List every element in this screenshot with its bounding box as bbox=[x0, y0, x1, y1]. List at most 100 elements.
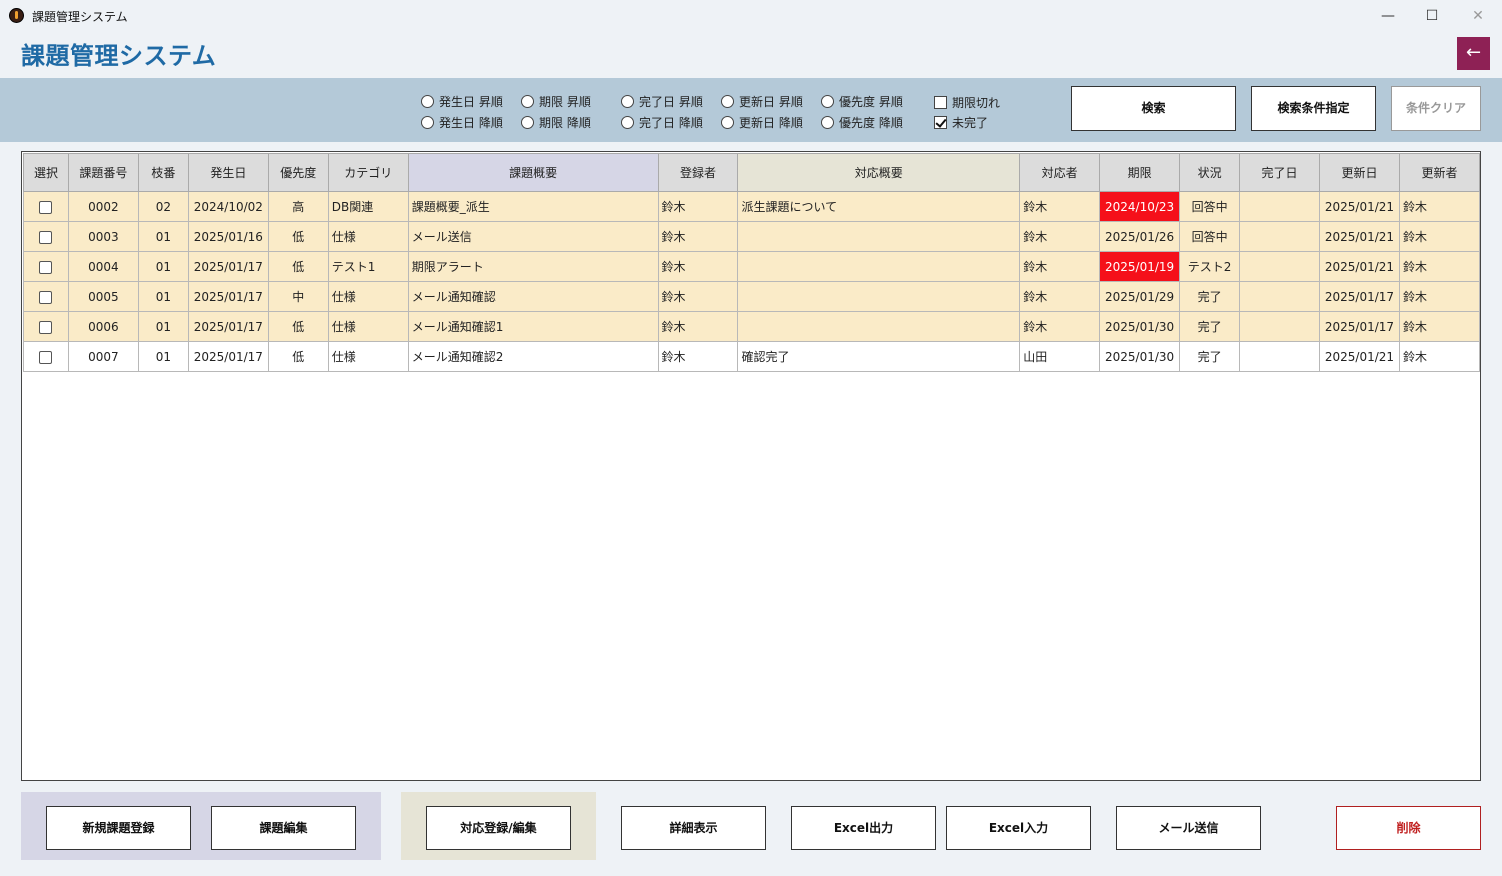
row-select-checkbox[interactable] bbox=[39, 230, 53, 244]
sort-option-asc[interactable]: 更新日 昇順 bbox=[721, 93, 803, 110]
select-cell[interactable] bbox=[23, 341, 69, 372]
radio-button[interactable] bbox=[621, 116, 634, 129]
table-row[interactable]: 0006 01 2025/01/17 低仕様 メール通知確認1 鈴木 鈴木 2025/01/3… bbox=[23, 311, 1480, 342]
issue-table: 選択 課題番号 枝番 発生日 優先度 カテゴリ 課題概要 登録者 対応概要 対応者 期限 状況 完了日更… bbox=[23, 153, 1480, 372]
sort-option-desc[interactable]: 優先度 降順 bbox=[821, 114, 903, 131]
cell-no: 0006 bbox=[67, 311, 139, 342]
radio-button[interactable] bbox=[521, 95, 534, 108]
radio-button[interactable] bbox=[621, 95, 634, 108]
column-header[interactable]: 課題番号 bbox=[67, 153, 139, 192]
issue-grid: 選択 課題番号 枝番 発生日 優先度 カテゴリ 課題概要 登録者 対応概要 対応者 期限 状況 完了日更… bbox=[21, 151, 1481, 781]
app-icon bbox=[9, 8, 24, 23]
column-header[interactable]: 登録者 bbox=[657, 153, 739, 192]
clear-conditions-button[interactable]: 条件クリア bbox=[1391, 86, 1481, 131]
table-row[interactable]: 0004 01 2025/01/17 低テスト1 期限アラート 鈴木 鈴木 2025/01/1… bbox=[23, 251, 1480, 282]
incomplete-checkbox[interactable] bbox=[934, 116, 947, 129]
column-header[interactable]: 更新日 bbox=[1318, 153, 1400, 192]
cell-date: 2025/01/17 bbox=[187, 251, 269, 282]
excel-import-button[interactable]: Excel入力 bbox=[946, 806, 1091, 850]
select-cell[interactable] bbox=[23, 191, 69, 222]
cell-updater: 鈴木 bbox=[1398, 221, 1480, 252]
sort-option-desc[interactable]: 完了日 降順 bbox=[621, 114, 703, 131]
column-header[interactable]: 優先度 bbox=[267, 153, 329, 192]
radio-button[interactable] bbox=[421, 116, 434, 129]
sort-option-label: 更新日 昇順 bbox=[739, 95, 803, 109]
incomplete-filter[interactable]: 未完了 bbox=[934, 114, 988, 131]
row-select-checkbox[interactable] bbox=[39, 260, 53, 274]
cell-due: 2025/01/29 bbox=[1099, 281, 1181, 312]
sort-option-asc[interactable]: 優先度 昇順 bbox=[821, 93, 903, 110]
cell-due: 2025/01/26 bbox=[1099, 221, 1181, 252]
cell-assignee: 山田 bbox=[1019, 341, 1101, 372]
close-button[interactable]: ✕ bbox=[1458, 4, 1498, 28]
select-cell[interactable] bbox=[23, 281, 69, 312]
radio-button[interactable] bbox=[821, 116, 834, 129]
delete-button[interactable]: 削除 bbox=[1336, 806, 1481, 850]
sort-option-desc[interactable]: 期限 降順 bbox=[521, 114, 591, 131]
radio-button[interactable] bbox=[721, 95, 734, 108]
row-select-checkbox[interactable] bbox=[39, 350, 53, 364]
cell-no: 0005 bbox=[67, 281, 139, 312]
table-row[interactable]: 0007 01 2025/01/17 低仕様 メール通知確認2 鈴木 確認完了 山田 2025/… bbox=[23, 341, 1480, 372]
table-header-row: 選択 課題番号 枝番 発生日 優先度 カテゴリ 課題概要 登録者 対応概要 対応者 期限 状況 完了日更… bbox=[23, 153, 1480, 192]
cell-status: 完了 bbox=[1179, 311, 1241, 342]
cell-due: 2025/01/19 bbox=[1099, 251, 1181, 282]
cell-branch: 01 bbox=[137, 341, 189, 372]
response-edit-button[interactable]: 対応登録/編集 bbox=[426, 806, 571, 850]
column-header[interactable]: 選択 bbox=[23, 153, 69, 192]
cell-date: 2025/01/17 bbox=[187, 341, 269, 372]
select-cell[interactable] bbox=[23, 251, 69, 282]
cell-category: 仕様 bbox=[327, 221, 409, 252]
cell-status: 完了 bbox=[1179, 281, 1241, 312]
overdue-checkbox[interactable] bbox=[934, 96, 947, 109]
sort-option-desc[interactable]: 更新日 降順 bbox=[721, 114, 803, 131]
column-header[interactable]: 発生日 bbox=[187, 153, 269, 192]
search-conditions-button[interactable]: 検索条件指定 bbox=[1251, 86, 1376, 131]
details-button[interactable]: 詳細表示 bbox=[621, 806, 766, 850]
cell-updater: 鈴木 bbox=[1398, 281, 1480, 312]
column-header[interactable]: 完了日 bbox=[1239, 153, 1320, 192]
sort-option-desc[interactable]: 発生日 降順 bbox=[421, 114, 503, 131]
column-header[interactable]: 更新者 bbox=[1398, 153, 1480, 192]
new-issue-button[interactable]: 新規課題登録 bbox=[46, 806, 191, 850]
cell-no: 0003 bbox=[67, 221, 139, 252]
cell-branch: 01 bbox=[137, 221, 189, 252]
sort-option-asc[interactable]: 発生日 昇順 bbox=[421, 93, 503, 110]
column-header[interactable]: 対応概要 bbox=[737, 153, 1021, 192]
column-header[interactable]: 対応者 bbox=[1019, 153, 1101, 192]
radio-button[interactable] bbox=[721, 116, 734, 129]
back-button[interactable]: ← bbox=[1457, 37, 1490, 70]
row-select-checkbox[interactable] bbox=[39, 200, 53, 214]
table-row[interactable]: 0002 02 2024/10/02 高 DB関連 課題概要_派生 鈴木 派生課題について 鈴木… bbox=[23, 191, 1480, 222]
select-cell[interactable] bbox=[23, 311, 69, 342]
overdue-filter[interactable]: 期限切れ bbox=[934, 94, 1000, 111]
column-header[interactable]: 課題概要 bbox=[407, 153, 659, 192]
radio-button[interactable] bbox=[421, 95, 434, 108]
table-row[interactable]: 0005 01 2025/01/17 中仕様 メール通知確認 鈴木 鈴木 2025/01/29… bbox=[23, 281, 1480, 312]
sort-option-asc[interactable]: 完了日 昇順 bbox=[621, 93, 703, 110]
send-mail-button[interactable]: メール送信 bbox=[1116, 806, 1261, 850]
maximize-button[interactable]: ☐ bbox=[1412, 4, 1452, 28]
cell-updated: 2025/01/17 bbox=[1318, 311, 1400, 342]
select-cell[interactable] bbox=[23, 221, 69, 252]
cell-registrant: 鈴木 bbox=[657, 251, 739, 282]
column-header[interactable]: 枝番 bbox=[137, 153, 189, 192]
minimize-button[interactable]: — bbox=[1368, 4, 1408, 28]
cell-category: DB関連 bbox=[327, 191, 409, 222]
table-row[interactable]: 0003 01 2025/01/16 低仕様 メール送信 鈴木 鈴木 2025/01/26 回答… bbox=[23, 221, 1480, 252]
row-select-checkbox[interactable] bbox=[39, 320, 53, 334]
cell-response: 確認完了 bbox=[737, 341, 1021, 372]
edit-issue-button[interactable]: 課題編集 bbox=[211, 806, 356, 850]
sort-option-asc[interactable]: 期限 昇順 bbox=[521, 93, 591, 110]
row-select-checkbox[interactable] bbox=[39, 290, 53, 304]
cell-completed bbox=[1239, 251, 1320, 282]
cell-date: 2024/10/02 bbox=[187, 191, 269, 222]
column-header[interactable]: カテゴリ bbox=[327, 153, 409, 192]
cell-assignee: 鈴木 bbox=[1019, 251, 1101, 282]
excel-export-button[interactable]: Excel出力 bbox=[791, 806, 936, 850]
column-header[interactable]: 状況 bbox=[1179, 153, 1241, 192]
radio-button[interactable] bbox=[521, 116, 534, 129]
search-button[interactable]: 検索 bbox=[1071, 86, 1236, 131]
radio-button[interactable] bbox=[821, 95, 834, 108]
column-header[interactable]: 期限 bbox=[1099, 153, 1181, 192]
